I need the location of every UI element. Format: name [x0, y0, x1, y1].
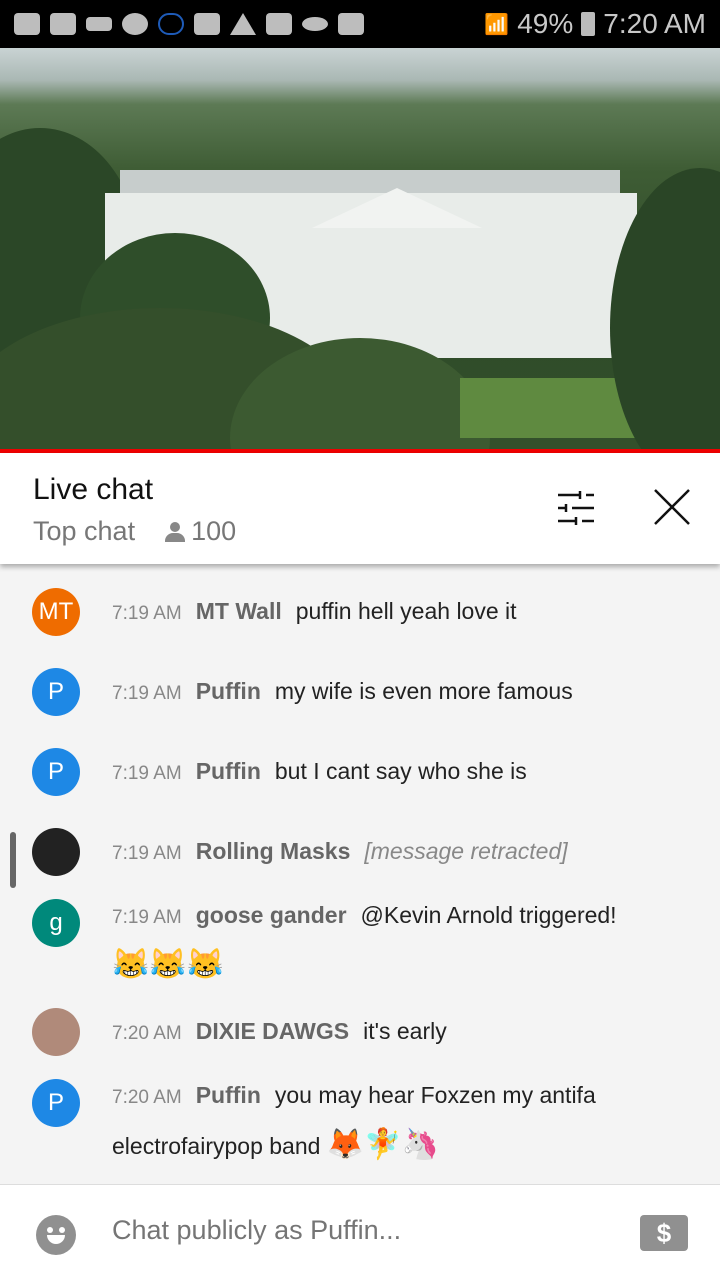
- message-text: [message retracted]: [364, 838, 568, 864]
- chat-input[interactable]: [112, 1215, 612, 1246]
- viewer-count-value: 100: [191, 516, 237, 546]
- cloud-icon: [302, 17, 328, 31]
- message-author[interactable]: Puffin: [196, 678, 261, 704]
- avatar[interactable]: g: [32, 899, 80, 947]
- message-author[interactable]: Rolling Masks: [196, 838, 351, 864]
- person-icon: [165, 521, 186, 542]
- avatar-initial: MT: [38, 598, 74, 625]
- avatar-initial: P: [47, 758, 64, 785]
- chat-messages[interactable]: MT 7:19 AM MT Wall puffin hell yeah love i…: [0, 564, 720, 1184]
- folder-icon: [194, 13, 220, 35]
- youtube-icon: [50, 13, 76, 35]
- battery-percent: 49%: [517, 8, 574, 39]
- avatar-initial: P: [47, 1089, 64, 1116]
- message-author[interactable]: Puffin: [196, 758, 261, 784]
- message-emoji: 😹😹😹: [112, 948, 225, 981]
- message-author[interactable]: DIXIE DAWGS: [196, 1018, 349, 1044]
- message-time: 7:19 AM: [112, 907, 182, 928]
- image-icon: [266, 13, 292, 35]
- clock: 7:20 AM: [603, 8, 706, 39]
- chat-title: Live chat: [33, 473, 154, 506]
- avatar[interactable]: P: [32, 1079, 80, 1127]
- message-author[interactable]: MT Wall: [196, 598, 282, 624]
- message-time: 7:20 AM: [112, 1087, 182, 1108]
- chat-input-bar: $: [0, 1184, 720, 1280]
- avatar[interactable]: [32, 828, 80, 876]
- message-time: 7:20 AM: [112, 1023, 182, 1044]
- message-time: 7:19 AM: [112, 603, 182, 624]
- message-author[interactable]: Puffin: [196, 1082, 261, 1108]
- message-text: but I cant say who she is: [274, 758, 527, 784]
- chat-header: Live chat Top chat 100: [0, 453, 720, 564]
- message-time: 7:19 AM: [112, 683, 182, 704]
- filter-settings-icon[interactable]: [556, 491, 596, 525]
- close-icon[interactable]: [652, 487, 692, 527]
- video-player[interactable]: [0, 48, 720, 449]
- scrollbar[interactable]: [10, 832, 16, 888]
- warning-icon: [230, 13, 256, 35]
- status-bar: 📶 49% 7:20 AM: [0, 0, 720, 48]
- message-time: 7:19 AM: [112, 843, 182, 864]
- notification-icons: [14, 13, 364, 35]
- message-time: 7:19 AM: [112, 763, 182, 784]
- avatar[interactable]: P: [32, 748, 80, 796]
- emoji-icon[interactable]: [36, 1215, 76, 1255]
- viewer-count: 100: [165, 516, 236, 547]
- avatar-initial: g: [49, 909, 63, 936]
- bag-icon: [338, 13, 364, 35]
- message-text: @Kevin Arnold triggered!: [360, 902, 617, 928]
- cloud-outline-icon: [158, 13, 184, 35]
- message-text: it's early: [363, 1018, 447, 1044]
- message-author[interactable]: goose gander: [196, 902, 347, 928]
- battery-icon: [581, 12, 596, 36]
- youtube-icon: [14, 13, 40, 35]
- super-chat-button[interactable]: $: [640, 1215, 688, 1251]
- wifi-icon: 📶: [484, 13, 510, 36]
- avatar[interactable]: MT: [32, 588, 80, 636]
- avatar-initial: P: [47, 678, 64, 705]
- m-app-icon: [122, 13, 148, 35]
- avatar[interactable]: P: [32, 668, 80, 716]
- message-emoji: 🦊🧚🦄: [326, 1128, 439, 1161]
- chat-mode-selector[interactable]: Top chat: [33, 516, 135, 547]
- avatar[interactable]: [32, 1008, 80, 1056]
- message-text: puffin hell yeah love it: [295, 598, 517, 624]
- message-text: my wife is even more famous: [274, 678, 573, 704]
- crown-icon: [86, 17, 112, 31]
